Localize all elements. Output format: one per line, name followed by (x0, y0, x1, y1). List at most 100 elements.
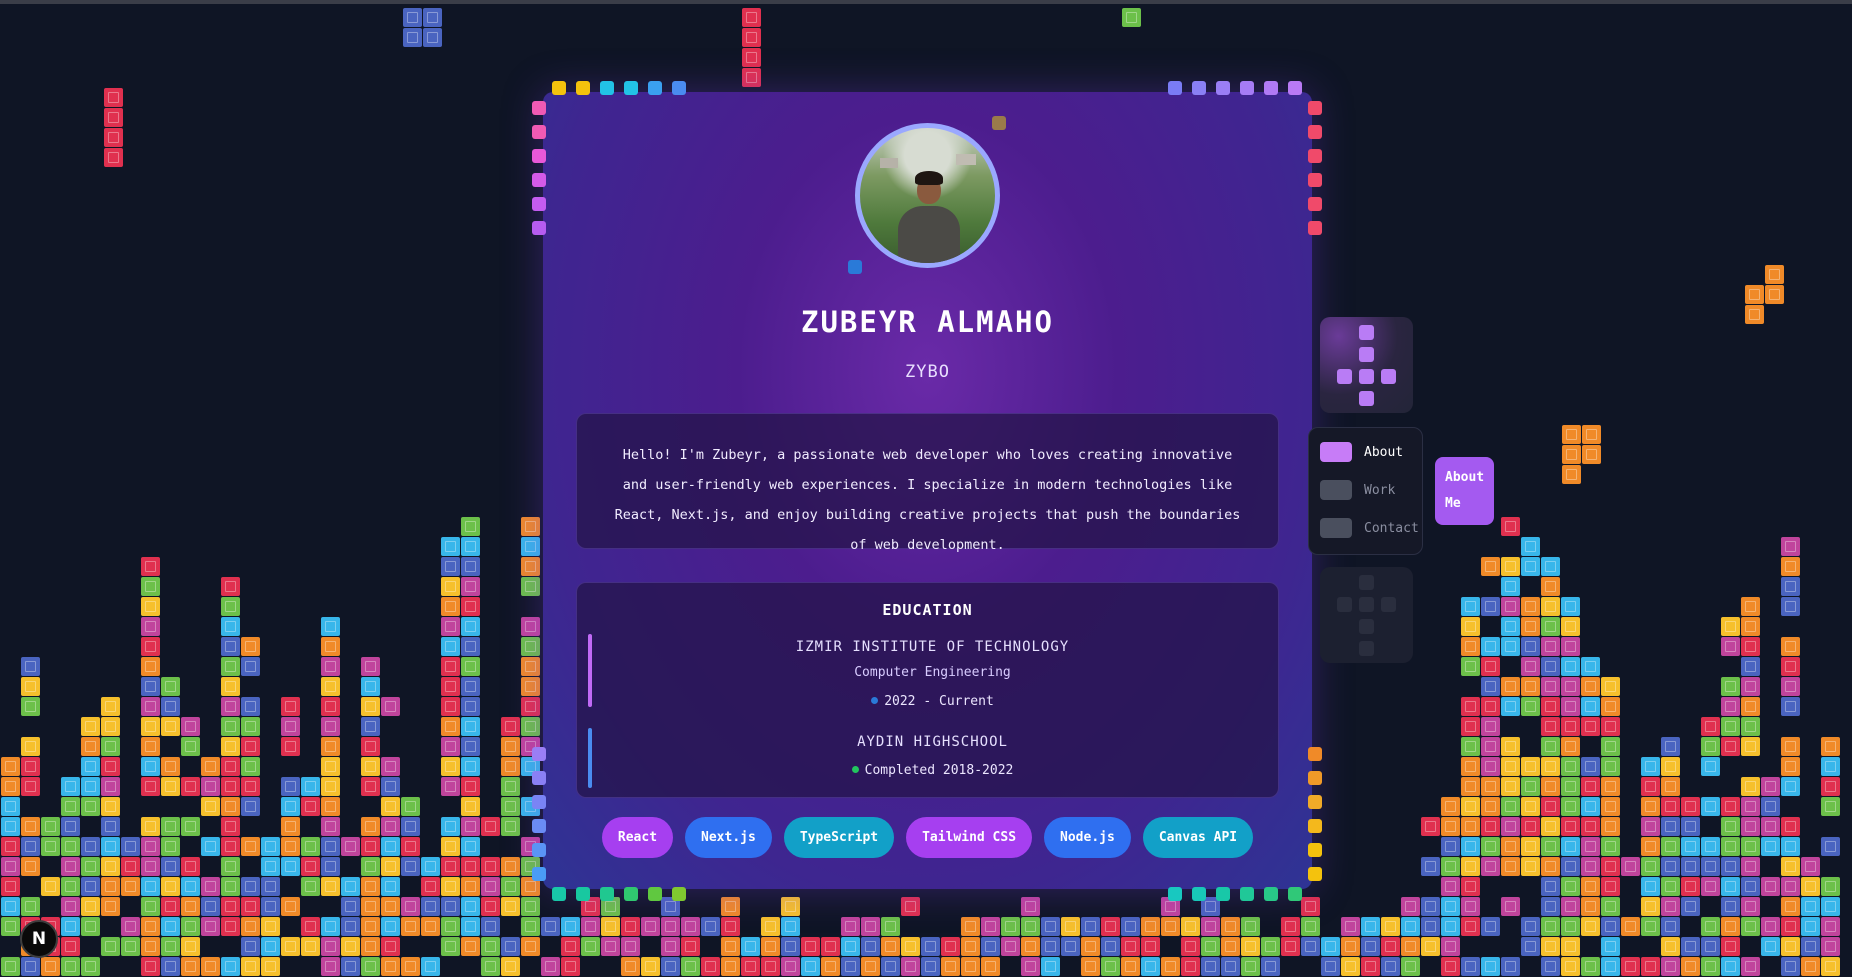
tetris-block (1541, 937, 1560, 956)
profile-avatar (855, 123, 1000, 268)
tetris-block (461, 937, 480, 956)
nextjs-badge-icon[interactable]: N (20, 920, 58, 958)
nav-item-contact[interactable]: Contact (1320, 518, 1419, 538)
border-dot (1308, 125, 1322, 139)
tetris-block (1721, 917, 1740, 936)
tetris-block (1501, 757, 1520, 776)
tetris-block (141, 877, 160, 896)
tetris-block (181, 857, 200, 876)
tetris-block (341, 957, 360, 976)
tetris-block (241, 737, 260, 756)
tetris-block (521, 917, 540, 936)
nav-item-about[interactable]: About (1320, 442, 1403, 462)
tetris-block (461, 617, 480, 636)
tetris-block (1481, 657, 1500, 676)
tetris-block (421, 897, 440, 916)
tetris-block (61, 897, 80, 916)
tetris-block (1741, 897, 1760, 916)
border-dot (576, 887, 590, 901)
tetris-block (801, 937, 820, 956)
tetris-block (1661, 777, 1680, 796)
tetris-block (1801, 857, 1820, 876)
skill-tag[interactable]: React (601, 817, 674, 858)
tetris-block (1181, 957, 1200, 976)
nav-item-work[interactable]: Work (1320, 480, 1395, 500)
tetris-block (1741, 957, 1760, 976)
tetris-block (241, 717, 260, 736)
tetris-block (181, 957, 200, 976)
tetris-block (141, 597, 160, 616)
tetris-block (1661, 877, 1680, 896)
tetris-block (961, 937, 980, 956)
border-dot (532, 197, 546, 211)
tetris-block (1461, 597, 1480, 616)
tetris-block (1681, 817, 1700, 836)
tetris-block (1601, 797, 1620, 816)
tetris-block (841, 937, 860, 956)
tetris-block (1721, 617, 1740, 636)
bio-text: Hello! I'm Zubeyr, a passionate web deve… (614, 447, 1241, 553)
border-dot (532, 173, 546, 187)
tetris-block (1701, 837, 1720, 856)
border-dot (1308, 771, 1322, 785)
tetris-block (1521, 797, 1540, 816)
tetris-block (181, 777, 200, 796)
tetris-block (461, 677, 480, 696)
skill-tag[interactable]: TypeScript (783, 817, 895, 858)
tetris-block (161, 857, 180, 876)
tetris-block (1821, 877, 1840, 896)
tetris-block (1781, 577, 1800, 596)
tetris-block (1761, 937, 1780, 956)
tetris-block (1001, 917, 1020, 936)
border-dot (532, 149, 546, 163)
border-dot (1288, 887, 1302, 901)
tetris-block (281, 857, 300, 876)
tetris-block (221, 677, 240, 696)
tetris-block (1341, 937, 1360, 956)
border-dot (1240, 81, 1254, 95)
tetris-block (141, 657, 160, 676)
tetris-block (81, 917, 100, 936)
education-bullet-icon (871, 697, 879, 704)
skill-tag[interactable]: Next.js (685, 817, 772, 858)
skill-tag[interactable]: Node.js (1044, 817, 1131, 858)
tetris-block (1021, 957, 1040, 976)
tetris-block (781, 957, 800, 976)
tetris-block (601, 917, 620, 936)
tetris-block (1681, 837, 1700, 856)
tetris-block (381, 817, 400, 836)
border-dot (648, 81, 662, 95)
tetris-block (1761, 837, 1780, 856)
tetris-block (1641, 957, 1660, 976)
about-me-callout[interactable]: About Me (1435, 457, 1494, 525)
tetris-block (1781, 817, 1800, 836)
profile-name: ZUBEYR ALMAHO (801, 305, 1054, 339)
tetris-block (1121, 937, 1140, 956)
tetris-block (1461, 857, 1480, 876)
border-dot (672, 81, 686, 95)
tetris-block (261, 897, 280, 916)
tetris-block (1341, 957, 1360, 976)
tetris-block (521, 577, 540, 596)
tetris-block (401, 957, 420, 976)
tetris-block (1701, 797, 1720, 816)
skill-tag[interactable]: Tailwind CSS (906, 817, 1033, 858)
skill-tag[interactable]: Canvas API (1142, 817, 1254, 858)
tetris-block (761, 957, 780, 976)
tetris-block (1081, 937, 1100, 956)
tetris-block (1541, 657, 1560, 676)
nav-up-tile[interactable] (1320, 317, 1413, 413)
tetris-block (1581, 897, 1600, 916)
nav-down-tile[interactable] (1320, 567, 1413, 663)
tetris-block (841, 917, 860, 936)
tetris-block (1101, 937, 1120, 956)
tetris-block (61, 777, 80, 796)
tetris-block (61, 797, 80, 816)
tetris-block (681, 917, 700, 936)
tetris-block (721, 917, 740, 936)
tetris-block (1481, 717, 1500, 736)
tetris-block (101, 877, 120, 896)
tetris-block (1661, 917, 1680, 936)
tetris-block (1, 877, 20, 896)
tetris-block (1621, 857, 1640, 876)
